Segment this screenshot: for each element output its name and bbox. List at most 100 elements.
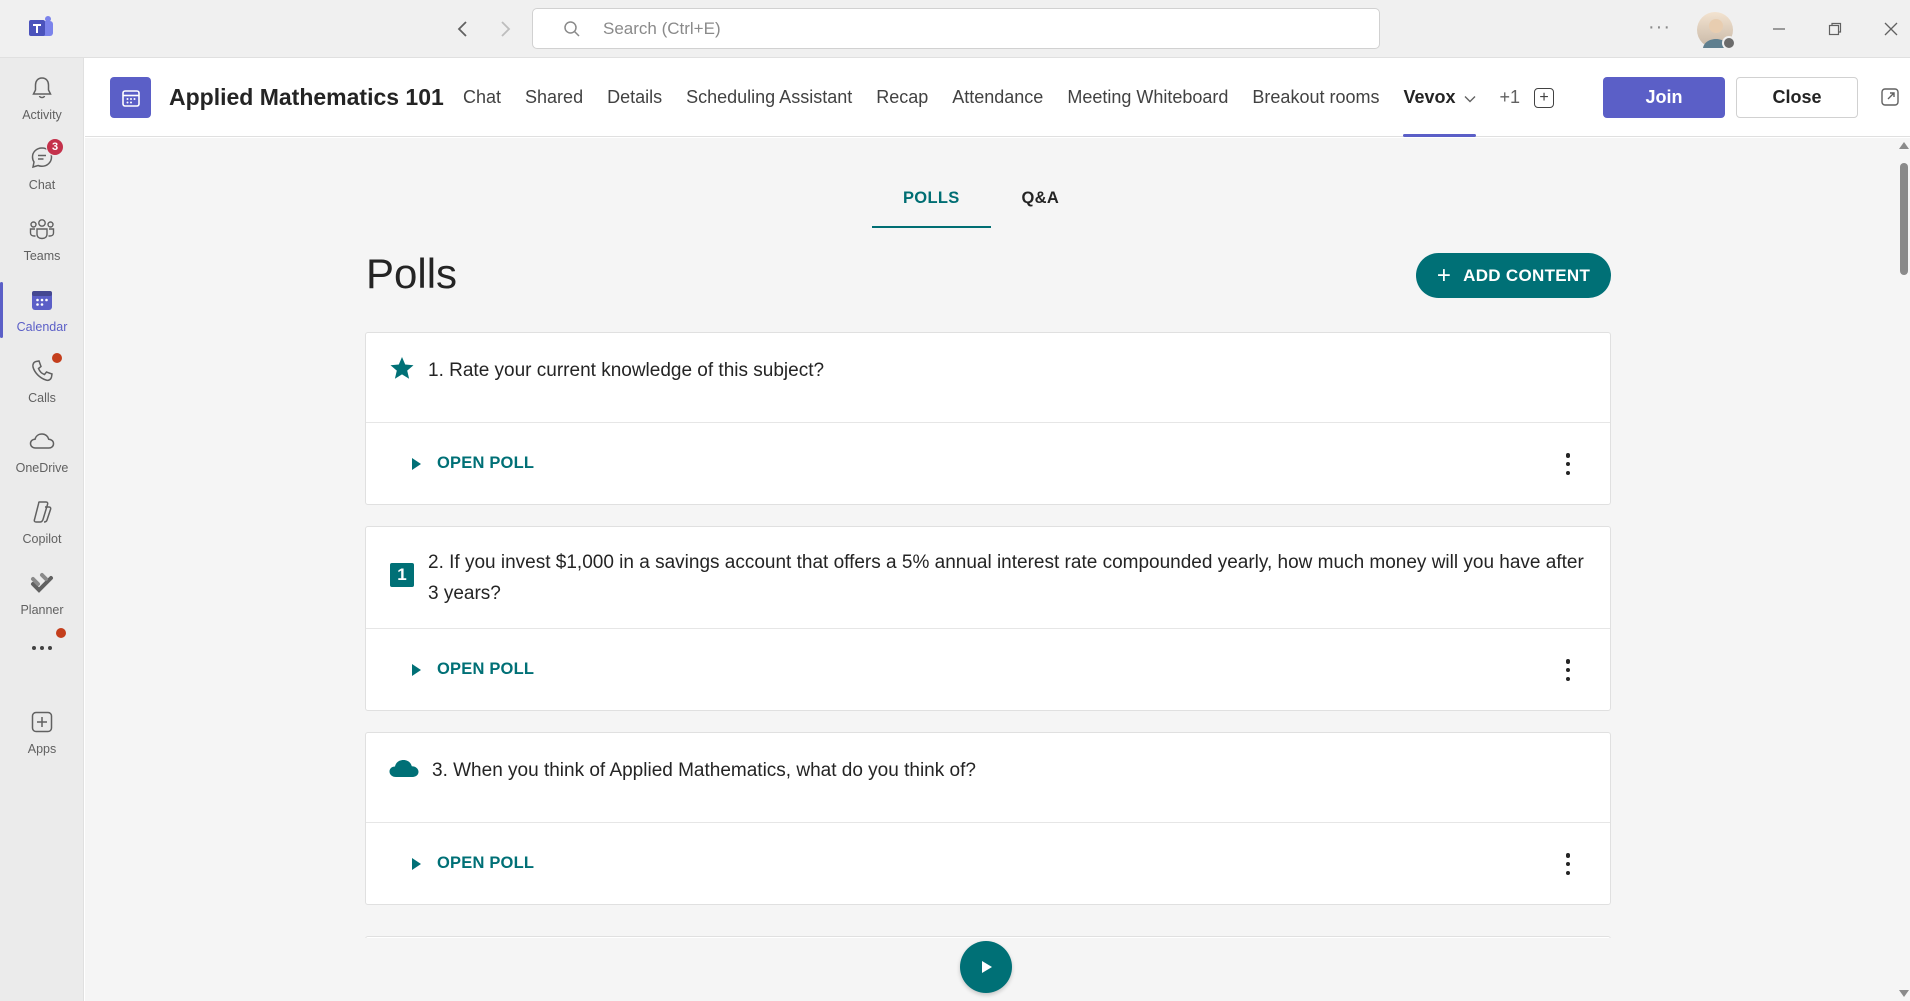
- rail-item-calls[interactable]: Calls: [0, 347, 84, 415]
- poll-question: 3. When you think of Applied Mathematics…: [366, 733, 1610, 823]
- rail-item-onedrive[interactable]: OneDrive: [0, 417, 84, 485]
- restore-icon[interactable]: [1820, 14, 1850, 44]
- poll-question-text: 1. Rate your current knowledge of this s…: [428, 360, 825, 381]
- back-arrow-icon[interactable]: [448, 14, 478, 44]
- avatar[interactable]: [1697, 12, 1736, 50]
- open-poll-button[interactable]: OPEN POLL: [412, 854, 534, 873]
- copilot-icon: [28, 498, 56, 526]
- add-content-button[interactable]: + ADD CONTENT: [1416, 253, 1611, 298]
- open-poll-label: OPEN POLL: [437, 660, 535, 678]
- planner-icon: [28, 569, 56, 597]
- minimize-icon[interactable]: [1764, 14, 1794, 44]
- tab-vevox-label: Vevox: [1403, 87, 1456, 107]
- poll-question: 1. Rate your current knowledge of this s…: [366, 333, 1610, 423]
- rail-label: Chat: [28, 178, 56, 192]
- rail-label: Teams: [23, 249, 61, 263]
- rail-item-chat[interactable]: 3 Chat: [0, 134, 84, 202]
- more-notification-dot: [56, 628, 66, 638]
- poll-actions: OPEN POLL: [366, 423, 1610, 504]
- rail-label: Planner: [20, 603, 64, 617]
- poll-card: 3. When you think of Applied Mathematics…: [365, 732, 1611, 905]
- close-window-icon[interactable]: [1876, 14, 1906, 44]
- rail-item-more[interactable]: [0, 624, 84, 692]
- tab-more-count[interactable]: +1: [1500, 58, 1521, 137]
- number-icon: 1: [388, 561, 416, 589]
- calls-notification-dot: [52, 353, 62, 363]
- star-icon: [388, 354, 416, 382]
- open-poll-label: OPEN POLL: [437, 454, 535, 472]
- vevox-subtabs: POLLS Q&A: [872, 168, 1090, 228]
- subtab-polls[interactable]: POLLS: [872, 168, 991, 228]
- play-triangle-icon: [412, 663, 421, 676]
- number-badge: 1: [390, 563, 414, 587]
- rail-item-activity[interactable]: Activity: [0, 64, 84, 132]
- search-input[interactable]: [603, 18, 1303, 39]
- tab-chat[interactable]: Chat: [463, 58, 501, 137]
- word-cloud-icon: [388, 754, 420, 782]
- rail-label: Calls: [28, 391, 56, 405]
- search-icon: [564, 20, 580, 37]
- play-triangle-icon: [412, 857, 421, 870]
- bell-icon: [28, 74, 56, 102]
- tab-meeting-whiteboard[interactable]: Meeting Whiteboard: [1067, 58, 1228, 137]
- meeting-tabs: Chat Shared Details Scheduling Assistant…: [463, 58, 1555, 137]
- cloud-icon: [28, 427, 56, 455]
- rail-label: Apps: [27, 742, 57, 756]
- tab-details[interactable]: Details: [607, 58, 662, 137]
- kebab-menu-icon[interactable]: [1564, 853, 1572, 875]
- chat-icon: 3: [28, 138, 64, 172]
- open-poll-label: OPEN POLL: [437, 854, 535, 872]
- rail-item-calendar[interactable]: Calendar: [0, 276, 84, 344]
- rail-item-apps[interactable]: Apps: [0, 698, 84, 766]
- pop-out-icon[interactable]: [1880, 87, 1900, 107]
- poll-question-text: 2. If you invest $1,000 in a savings acc…: [428, 552, 1584, 604]
- rail-label: OneDrive: [15, 461, 69, 475]
- tab-breakout-rooms[interactable]: Breakout rooms: [1252, 58, 1379, 137]
- tab-recap[interactable]: Recap: [876, 58, 928, 137]
- kebab-menu-icon[interactable]: [1564, 453, 1572, 475]
- poll-card: 1. Rate your current knowledge of this s…: [365, 332, 1611, 505]
- meeting-calendar-icon: [110, 77, 151, 118]
- open-poll-button[interactable]: OPEN POLL: [412, 660, 534, 679]
- open-poll-button[interactable]: OPEN POLL: [412, 454, 534, 473]
- more-icon: [28, 628, 66, 662]
- poll-actions: OPEN POLL: [366, 823, 1610, 904]
- search-box[interactable]: [532, 8, 1380, 49]
- meeting-header: Applied Mathematics 101 Chat Shared Deta…: [85, 58, 1910, 137]
- app-rail: Activity 3 Chat Teams Calendar Calls One…: [0, 58, 84, 1001]
- join-button[interactable]: Join: [1603, 77, 1725, 118]
- subtab-qa[interactable]: Q&A: [991, 168, 1091, 228]
- poll-question-text: 3. When you think of Applied Mathematics…: [432, 760, 976, 781]
- tab-vevox[interactable]: Vevox: [1403, 58, 1476, 137]
- forward-arrow-icon[interactable]: [490, 14, 520, 44]
- plus-icon: +: [1436, 261, 1452, 289]
- tab-attendance[interactable]: Attendance: [952, 58, 1043, 137]
- phone-icon: [28, 353, 62, 385]
- add-tab-icon[interactable]: +: [1534, 87, 1555, 108]
- presence-status-icon: [1722, 36, 1736, 50]
- close-button[interactable]: Close: [1736, 77, 1858, 118]
- play-icon: [982, 961, 992, 973]
- teams-icon: [28, 215, 56, 243]
- more-options-icon[interactable]: ···: [1648, 16, 1671, 39]
- present-play-button[interactable]: [960, 941, 1012, 993]
- poll-actions: OPEN POLL: [366, 629, 1610, 710]
- vertical-scrollbar[interactable]: [1897, 138, 1910, 1001]
- scroll-down-arrow-icon[interactable]: [1899, 990, 1909, 997]
- tab-scheduling-assistant[interactable]: Scheduling Assistant: [686, 58, 852, 137]
- tab-shared[interactable]: Shared: [525, 58, 583, 137]
- apps-icon: [28, 708, 56, 736]
- chevron-down-icon: [1464, 90, 1476, 106]
- title-bar: ···: [0, 0, 1910, 58]
- polls-heading: Polls: [366, 250, 458, 297]
- kebab-menu-icon[interactable]: [1564, 659, 1572, 681]
- rail-item-planner[interactable]: Planner: [0, 559, 84, 627]
- calendar-icon: [28, 286, 56, 314]
- rail-label: Activity: [22, 108, 62, 122]
- scroll-up-arrow-icon[interactable]: [1899, 142, 1909, 149]
- vevox-content: POLLS Q&A Polls + ADD CONTENT 1. Rate yo…: [85, 138, 1897, 1001]
- poll-card: 1 2. If you invest $1,000 in a savings a…: [365, 526, 1611, 711]
- scroll-thumb[interactable]: [1900, 163, 1908, 275]
- rail-item-teams[interactable]: Teams: [0, 205, 84, 273]
- rail-item-copilot[interactable]: Copilot: [0, 488, 84, 556]
